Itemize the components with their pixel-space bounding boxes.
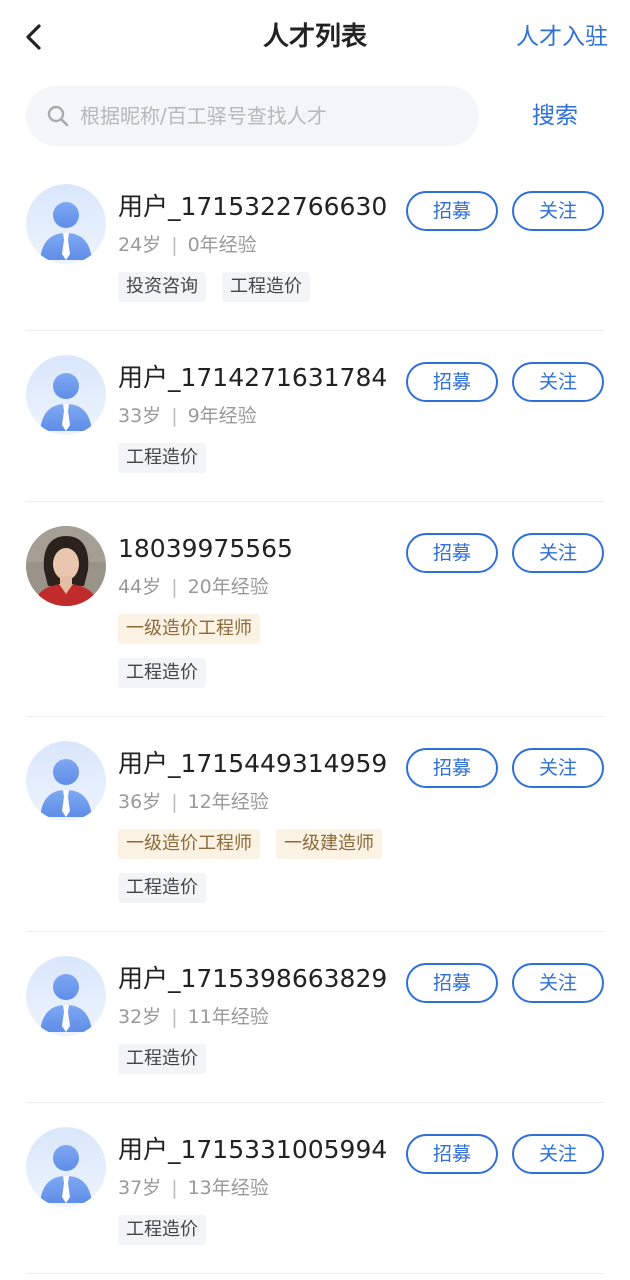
- follow-button[interactable]: 关注: [512, 1134, 604, 1174]
- talent-join-link[interactable]: 人才入驻: [516, 20, 608, 54]
- skill-tag-row: 工程造价: [118, 873, 604, 903]
- meta-divider: |: [171, 234, 178, 256]
- nav-bar: 人才列表 人才入驻: [0, 0, 630, 76]
- talent-experience: 13年经验: [187, 1177, 269, 1199]
- recruit-button[interactable]: 招募: [406, 362, 498, 402]
- follow-button[interactable]: 关注: [512, 362, 604, 402]
- talent-age: 24岁: [118, 234, 162, 256]
- talent-age: 37岁: [118, 1177, 162, 1199]
- talent-age: 33岁: [118, 405, 162, 427]
- talent-experience: 20年经验: [187, 576, 269, 598]
- avatar[interactable]: [26, 526, 106, 606]
- tag-list: 一级造价工程师 工程造价: [118, 614, 604, 688]
- meta-divider: |: [171, 405, 178, 427]
- talent-age: 44岁: [118, 576, 162, 598]
- avatar[interactable]: [26, 184, 106, 264]
- follow-button[interactable]: 关注: [512, 191, 604, 231]
- avatar[interactable]: [26, 355, 106, 435]
- card-actions: 招募 关注: [406, 1134, 604, 1174]
- talent-meta: 24岁 | 0年经验: [118, 230, 604, 260]
- talent-card[interactable]: 用户_1715322766630 24岁 | 0年经验 投资咨询 工程造价 招募 关注: [26, 160, 604, 331]
- follow-button[interactable]: 关注: [512, 533, 604, 573]
- skill-tag-row: 工程造价: [118, 1044, 604, 1074]
- talent-meta: 44岁 | 20年经验: [118, 572, 604, 602]
- search-icon: [47, 105, 69, 127]
- meta-divider: |: [171, 1177, 178, 1199]
- talent-card[interactable]: 用户_1715331005994 37岁 | 13年经验 工程造价 招募 关注: [26, 1103, 604, 1274]
- default-avatar-icon: [26, 355, 106, 435]
- tag-list: 一级造价工程师 一级建造师 工程造价: [118, 829, 604, 903]
- card-actions: 招募 关注: [406, 533, 604, 573]
- talent-experience: 11年经验: [187, 1006, 269, 1028]
- meta-divider: |: [171, 1006, 178, 1028]
- skill-tag-row: 工程造价: [118, 443, 604, 473]
- card-actions: 招募 关注: [406, 748, 604, 788]
- skill-tag: 工程造价: [118, 873, 206, 903]
- recruit-button[interactable]: 招募: [406, 963, 498, 1003]
- search-box[interactable]: [26, 86, 479, 146]
- recruit-button[interactable]: 招募: [406, 1134, 498, 1174]
- talent-card[interactable]: 18039975565 44岁 | 20年经验 一级造价工程师 工程造价 招募 关注: [26, 502, 604, 717]
- cert-tag-row: 一级造价工程师 一级建造师: [118, 829, 604, 859]
- talent-age: 32岁: [118, 1006, 162, 1028]
- tag-list: 工程造价: [118, 1215, 604, 1245]
- talent-experience: 9年经验: [187, 405, 257, 427]
- talent-meta: 36岁 | 12年经验: [118, 787, 604, 817]
- user-photo-avatar: [26, 526, 106, 606]
- recruit-button[interactable]: 招募: [406, 191, 498, 231]
- search-button[interactable]: 搜索: [532, 86, 578, 146]
- talent-card[interactable]: 用户_1715449314959 36岁 | 12年经验 一级造价工程师 一级建造师工…: [26, 717, 604, 932]
- avatar[interactable]: [26, 741, 106, 821]
- cert-tag: 一级造价工程师: [118, 829, 260, 859]
- talent-meta: 33岁 | 9年经验: [118, 401, 604, 431]
- card-actions: 招募 关注: [406, 191, 604, 231]
- default-avatar-icon: [26, 1127, 106, 1207]
- talent-meta: 37岁 | 13年经验: [118, 1173, 604, 1203]
- search-input[interactable]: [80, 104, 460, 128]
- default-avatar-icon: [26, 741, 106, 821]
- follow-button[interactable]: 关注: [512, 748, 604, 788]
- skill-tag: 工程造价: [118, 1044, 206, 1074]
- tag-list: 工程造价: [118, 443, 604, 473]
- skill-tag: 工程造价: [118, 1215, 206, 1245]
- recruit-button[interactable]: 招募: [406, 748, 498, 788]
- tag-list: 工程造价: [118, 1044, 604, 1074]
- avatar[interactable]: [26, 956, 106, 1036]
- cert-tag-row: 一级造价工程师: [118, 614, 604, 644]
- skill-tag-row: 工程造价: [118, 1215, 604, 1245]
- talent-age: 36岁: [118, 791, 162, 813]
- talent-list: 用户_1715322766630 24岁 | 0年经验 投资咨询 工程造价 招募 关注…: [26, 160, 604, 1274]
- default-avatar-icon: [26, 956, 106, 1036]
- skill-tag: 工程造价: [118, 443, 206, 473]
- skill-tag: 工程造价: [118, 658, 206, 688]
- follow-button[interactable]: 关注: [512, 963, 604, 1003]
- skill-tag: 投资咨询: [118, 272, 206, 302]
- talent-experience: 12年经验: [187, 791, 269, 813]
- talent-meta: 32岁 | 11年经验: [118, 1002, 604, 1032]
- tag-list: 投资咨询 工程造价: [118, 272, 604, 302]
- card-actions: 招募 关注: [406, 963, 604, 1003]
- talent-card[interactable]: 用户_1714271631784 33岁 | 9年经验 工程造价 招募 关注: [26, 331, 604, 502]
- meta-divider: |: [171, 791, 178, 813]
- skill-tag-row: 投资咨询 工程造价: [118, 272, 604, 302]
- avatar[interactable]: [26, 1127, 106, 1207]
- cert-tag: 一级建造师: [276, 829, 382, 859]
- talent-card[interactable]: 用户_1715398663829 32岁 | 11年经验 工程造价 招募 关注: [26, 932, 604, 1103]
- card-actions: 招募 关注: [406, 362, 604, 402]
- recruit-button[interactable]: 招募: [406, 533, 498, 573]
- default-avatar-icon: [26, 184, 106, 264]
- skill-tag: 工程造价: [222, 272, 310, 302]
- cert-tag: 一级造价工程师: [118, 614, 260, 644]
- search-bar: 搜索: [26, 86, 606, 146]
- talent-experience: 0年经验: [187, 234, 257, 256]
- meta-divider: |: [171, 576, 178, 598]
- skill-tag-row: 工程造价: [118, 658, 604, 688]
